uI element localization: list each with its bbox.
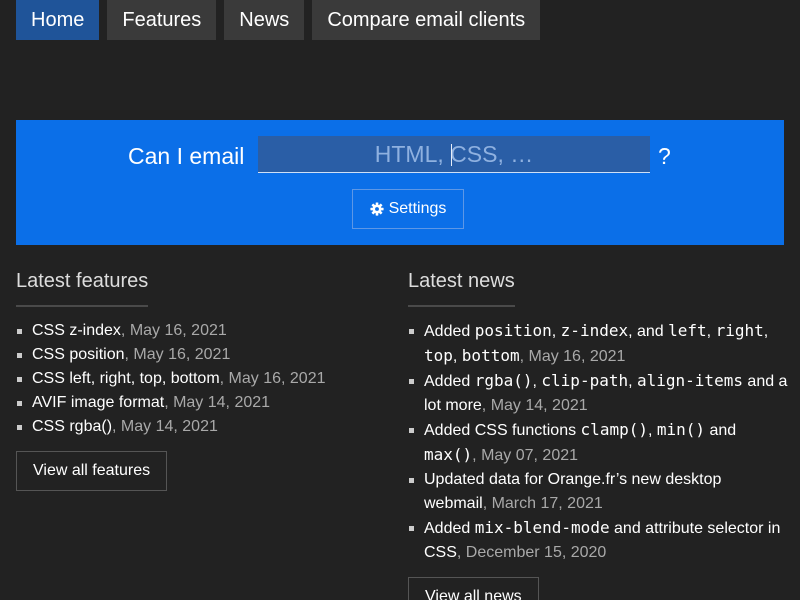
news-date: May 16, 2021	[528, 348, 626, 365]
list-item: CSS rgba(), May 14, 2021	[16, 415, 376, 439]
feature-date: May 16, 2021	[129, 322, 227, 339]
news-list: Added position, z-index, and left, right…	[408, 319, 788, 565]
list-item: Updated data for Orange.fr’s new desktop…	[408, 468, 788, 516]
news-date: May 14, 2021	[490, 397, 588, 414]
list-item: Added rgba(), clip-path, align-items and…	[408, 369, 788, 418]
gear-icon	[370, 202, 384, 216]
list-item: Added mix-blend-mode and attribute selec…	[408, 516, 788, 565]
date-separator: ,	[456, 544, 466, 561]
date-separator: ,	[219, 370, 229, 387]
nav-features[interactable]: Features	[107, 0, 217, 40]
search-label: Can I email	[128, 143, 245, 169]
news-date: March 17, 2021	[491, 495, 603, 512]
settings-button-label: Settings	[388, 200, 447, 217]
feature-date: May 16, 2021	[228, 370, 326, 387]
search-row: Can I email ?	[16, 136, 784, 174]
list-item: Added CSS functions clamp(), min() and m…	[408, 418, 788, 468]
nav-compare-email-clients[interactable]: Compare email clients	[312, 0, 541, 40]
date-separator: ,	[472, 447, 482, 464]
feature-link[interactable]: CSS left, right, top, bottom	[32, 370, 220, 387]
feature-date: May 14, 2021	[120, 418, 218, 435]
settings-button[interactable]: Settings	[352, 189, 464, 229]
news-date: December 15, 2020	[465, 544, 607, 561]
list-item: AVIF image format, May 14, 2021	[16, 391, 376, 415]
text-caret	[451, 144, 452, 166]
latest-features-heading: Latest features	[16, 270, 149, 307]
search-question-mark: ?	[658, 143, 671, 169]
nav-home[interactable]: Home	[16, 0, 100, 40]
features-list: CSS z-index, May 16, 2021 CSS position, …	[16, 319, 376, 439]
latest-features-section: Latest features CSS z-index, May 16, 202…	[16, 270, 376, 491]
feature-link[interactable]: AVIF image format	[32, 394, 164, 411]
list-item: CSS z-index, May 16, 2021	[16, 319, 376, 343]
list-item: CSS left, right, top, bottom, May 16, 20…	[16, 367, 376, 391]
date-separator: ,	[482, 495, 492, 512]
feature-link[interactable]: CSS position	[32, 346, 125, 363]
main-nav: Home Features News Compare email clients	[16, 0, 541, 40]
feature-date: May 16, 2021	[133, 346, 231, 363]
feature-link[interactable]: CSS rgba()	[32, 418, 112, 435]
feature-date: May 14, 2021	[173, 394, 271, 411]
latest-news-heading: Latest news	[408, 270, 515, 307]
search-input[interactable]	[258, 136, 650, 173]
date-separator: ,	[164, 394, 174, 411]
date-separator: ,	[120, 322, 130, 339]
news-link[interactable]: Added rgba(), clip-path, align-items and…	[424, 371, 787, 414]
date-separator: ,	[112, 418, 121, 435]
search-hero: Can I email ? Settings	[16, 120, 784, 245]
news-date: May 07, 2021	[481, 447, 579, 464]
news-link[interactable]: Added CSS functions clamp(), min() and m…	[424, 420, 736, 464]
list-item: CSS position, May 16, 2021	[16, 343, 376, 367]
nav-news[interactable]: News	[224, 0, 305, 40]
feature-link[interactable]: CSS z-index	[32, 322, 121, 339]
view-all-features-button[interactable]: View all features	[16, 451, 168, 491]
date-separator: ,	[481, 397, 491, 414]
list-item: Added position, z-index, and left, right…	[408, 319, 788, 369]
view-all-news-button[interactable]: View all news	[408, 577, 539, 600]
latest-news-section: Latest news Added position, z-index, and…	[408, 270, 788, 600]
